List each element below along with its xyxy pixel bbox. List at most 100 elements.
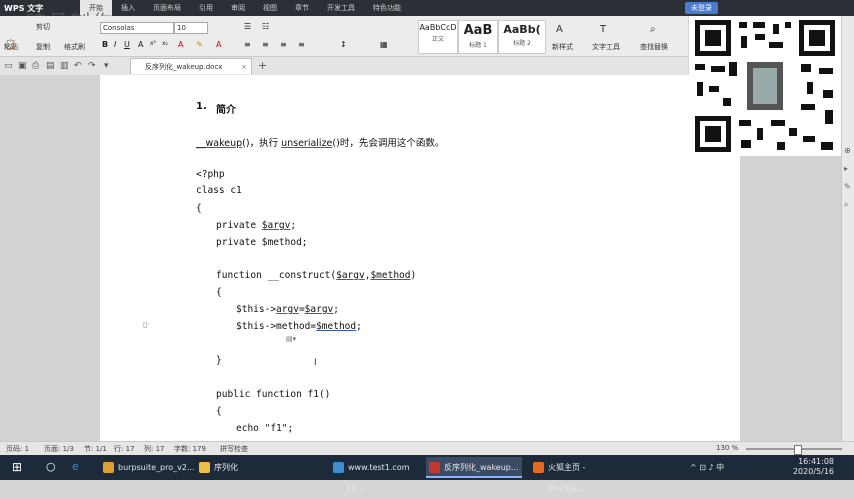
code-line-6: function __construct($argv,$method) bbox=[216, 270, 416, 281]
line-spacing-icon[interactable]: ↕ bbox=[340, 40, 347, 49]
align-center-icon[interactable]: ≡ bbox=[262, 40, 269, 49]
new-tab-icon[interactable]: + bbox=[258, 59, 267, 72]
tab-features[interactable]: 特色功能 bbox=[364, 0, 410, 16]
code-line-9: $this->method=$method; bbox=[236, 321, 362, 332]
browser-icon bbox=[333, 462, 344, 473]
undo-icon[interactable]: ↶ bbox=[74, 61, 82, 71]
tab-references[interactable]: 引用 bbox=[190, 0, 222, 16]
task-firefox[interactable]: 火狐主页 - Mozilla... bbox=[530, 457, 622, 493]
search-taskbar-icon[interactable]: ○ bbox=[46, 460, 56, 473]
paste-button[interactable]: 粘贴 bbox=[4, 42, 18, 52]
font-name-select[interactable]: Consolas bbox=[100, 22, 174, 34]
heading-text: 简介 bbox=[216, 105, 236, 116]
task-burpsuite[interactable]: burpsuite_pro_v2... bbox=[100, 457, 195, 478]
subscript-icon[interactable]: x₂ bbox=[162, 40, 168, 47]
system-tray-icons[interactable]: ^ ⊡ ♪ 中 bbox=[690, 462, 724, 473]
zoom-slider-handle[interactable] bbox=[794, 445, 802, 455]
style-heading-2-label: 标题 2 bbox=[513, 40, 531, 47]
task-wps-document[interactable]: 反序列化_wakeup... bbox=[426, 457, 522, 478]
numbering-icon[interactable]: ☷ bbox=[262, 22, 269, 31]
task-serialize-label: 序列化 bbox=[214, 463, 238, 472]
task-browser-test[interactable]: www.test1.com [D... bbox=[330, 457, 420, 493]
status-spellcheck[interactable]: 拼写检查 bbox=[220, 444, 248, 454]
font-color-icon[interactable]: A bbox=[178, 40, 183, 49]
document-tab-title: 反序列化_wakeup.docx bbox=[145, 63, 223, 71]
preview-icon[interactable]: ▤ bbox=[46, 61, 55, 71]
add-icon[interactable]: ⊕ bbox=[844, 146, 851, 155]
find-replace-button[interactable]: 查找替换 bbox=[640, 42, 668, 52]
save-icon[interactable]: ▣ bbox=[18, 61, 27, 71]
tab-insert[interactable]: 插入 bbox=[112, 0, 144, 16]
borders-icon[interactable]: ▦ bbox=[380, 40, 388, 49]
document-page[interactable]: 1. 简介 __wakeup()，执行 unserialize()时，先会调用这… bbox=[100, 75, 740, 441]
zoom-level[interactable]: 130 % bbox=[716, 444, 738, 452]
code-line-12: { bbox=[216, 406, 222, 417]
cut-button[interactable]: 剪切 bbox=[36, 22, 50, 32]
code-line-9-b: $method bbox=[316, 321, 357, 332]
edit-icon[interactable]: ✎ bbox=[844, 182, 851, 191]
title-bar: WPS 文字 开始 插入 页面布局 引用 审阅 视图 章节 开发工具 特色功能 … bbox=[0, 0, 854, 16]
status-page: 页码: 1 bbox=[6, 445, 30, 453]
text-tools-icon[interactable]: T bbox=[600, 24, 606, 35]
text-tools-button[interactable]: 文字工具 bbox=[592, 42, 620, 52]
italic-icon[interactable]: I bbox=[114, 40, 116, 49]
style-normal[interactable]: AaBbCcD 正文 bbox=[418, 20, 458, 54]
print-icon[interactable]: ⎙ bbox=[32, 61, 39, 71]
folder-icon bbox=[199, 462, 210, 473]
new-style-icon[interactable]: A bbox=[556, 24, 563, 35]
text-cursor-icon: I bbox=[314, 358, 317, 368]
font-size-select[interactable]: 10 bbox=[174, 22, 208, 34]
chevron-down-icon[interactable]: ▾ bbox=[104, 61, 109, 71]
login-button[interactable]: 未登录 bbox=[685, 2, 718, 14]
clock-date: 2020/5/16 bbox=[792, 467, 834, 476]
code-line-1: <?php bbox=[196, 169, 225, 180]
align-right-icon[interactable]: ≡ bbox=[280, 40, 287, 49]
text-color-icon[interactable]: A bbox=[216, 40, 221, 49]
align-left-icon[interactable]: ≡ bbox=[244, 40, 251, 49]
code-line-8-d: $argv bbox=[304, 304, 334, 315]
edge-icon[interactable]: e bbox=[72, 460, 79, 473]
task-browser-test-label: www.test1.com [D... bbox=[348, 463, 410, 493]
export-icon[interactable]: ▥ bbox=[60, 61, 69, 71]
bullets-icon[interactable]: ☰ bbox=[244, 22, 251, 31]
paste-options-icon[interactable]: ▤▾ bbox=[286, 335, 296, 343]
search-icon[interactable]: ⌕ bbox=[844, 200, 848, 210]
format-painter-button[interactable]: 格式刷 bbox=[64, 42, 85, 52]
close-icon[interactable]: × bbox=[241, 59, 247, 75]
justify-icon[interactable]: ≡ bbox=[298, 40, 305, 49]
windows-start-icon[interactable]: ⊞ bbox=[12, 460, 22, 474]
nav-icon[interactable]: ▸ bbox=[844, 164, 848, 173]
copy-button[interactable]: 复制 bbox=[36, 42, 50, 52]
tab-chapter[interactable]: 章节 bbox=[286, 0, 318, 16]
new-style-button[interactable]: 新样式 bbox=[552, 42, 573, 52]
style-heading-1-label: 标题 1 bbox=[469, 42, 487, 49]
bold-icon[interactable]: B bbox=[102, 40, 108, 49]
tab-developer[interactable]: 开发工具 bbox=[318, 0, 364, 16]
clock[interactable]: 16:41:08 2020/5/16 bbox=[793, 457, 834, 477]
find-replace-icon[interactable]: ⌕ bbox=[650, 24, 656, 35]
tab-page-layout[interactable]: 页面布局 bbox=[144, 0, 190, 16]
highlight-icon[interactable]: ✎ bbox=[196, 40, 203, 49]
menu-tabs: 开始 插入 页面布局 引用 审阅 视图 章节 开发工具 特色功能 bbox=[80, 0, 410, 16]
superscript-icon[interactable]: x² bbox=[150, 40, 156, 47]
wps-icon bbox=[429, 462, 440, 473]
paragraph-marker-icon[interactable]: ▯· bbox=[143, 320, 150, 329]
intro-mid: ()，执行 bbox=[242, 138, 282, 149]
style-heading-1[interactable]: AaB 标题 1 bbox=[458, 20, 498, 54]
document-tab[interactable]: 反序列化_wakeup.docx × bbox=[130, 58, 252, 74]
style-normal-sample: AaBbCcD bbox=[419, 23, 457, 32]
code-line-10: } bbox=[216, 355, 222, 366]
task-serialize-folder[interactable]: 序列化 bbox=[196, 457, 256, 478]
style-heading-2[interactable]: AaBb( 标题 2 bbox=[498, 20, 546, 54]
burpsuite-icon bbox=[103, 462, 114, 473]
underline-icon[interactable]: U bbox=[124, 40, 130, 49]
redo-icon[interactable]: ↷ bbox=[88, 61, 96, 71]
tab-review[interactable]: 审阅 bbox=[222, 0, 254, 16]
code-line-9-a: $this->method= bbox=[236, 321, 317, 332]
strikethrough-icon[interactable]: A bbox=[138, 40, 143, 49]
firefox-icon bbox=[533, 462, 544, 473]
tab-view[interactable]: 视图 bbox=[254, 0, 286, 16]
open-icon[interactable]: ▭ bbox=[4, 61, 13, 71]
code-line-5: private $method; bbox=[216, 237, 308, 248]
document-tab-bar: ▭ ▣ ⎙ ▤ ▥ ↶ ↷ ▾ 反序列化_wakeup.docx × + bbox=[0, 57, 688, 76]
